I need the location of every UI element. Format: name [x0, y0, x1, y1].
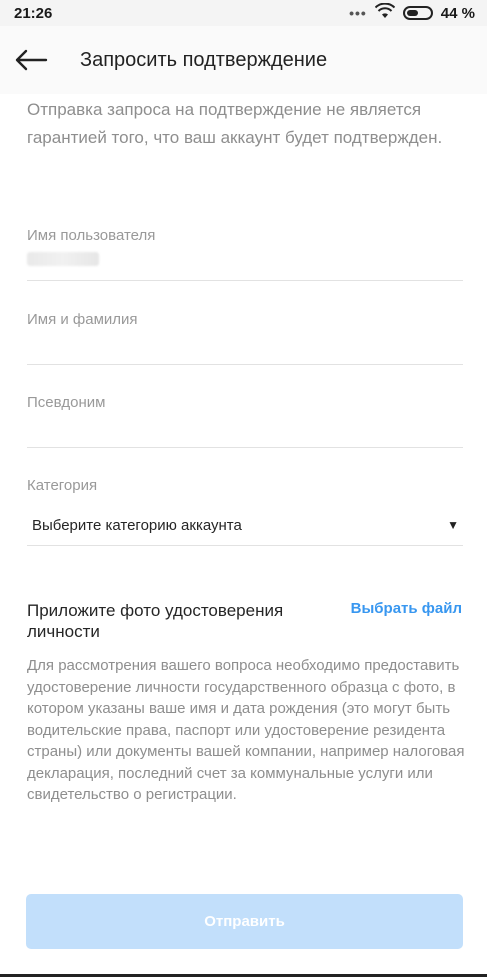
fullname-field: Имя и фамилия [27, 311, 463, 365]
caret-down-icon: ▼ [447, 518, 459, 532]
alias-field: Псевдоним [27, 394, 463, 448]
choose-file-link[interactable]: Выбрать файл [351, 600, 462, 617]
battery-percent: 44 % [440, 4, 475, 22]
category-select[interactable]: Выберите категорию аккаунта ▼ [27, 507, 463, 543]
wifi-icon [374, 2, 396, 23]
page-title: Запросить подтверждение [80, 48, 328, 71]
category-field: Категория Выберите категорию аккаунта ▼ [27, 477, 463, 546]
status-bar: 21:26 ••• 44 % [0, 0, 487, 26]
dots-icon: ••• [349, 5, 367, 21]
header: Запросить подтверждение [0, 26, 487, 94]
username-field[interactable]: Имя пользователя [27, 227, 463, 281]
attach-id-description: Для рассмотрения вашего вопроса необходи… [27, 657, 465, 803]
fullname-input[interactable] [27, 328, 463, 358]
arrow-left-icon [15, 49, 48, 71]
fullname-label: Имя и фамилия [27, 311, 138, 328]
intro-text: Отправка запроса на подтверждение не явл… [27, 100, 443, 147]
back-button[interactable] [0, 26, 62, 94]
attach-id-title: Приложите фото удостоверения личности [27, 601, 284, 641]
submit-button[interactable]: Отправить [26, 894, 463, 949]
screen: 21:26 ••• 44 % Запросить подтверждение О… [0, 0, 487, 977]
battery-icon [402, 6, 433, 20]
alias-label: Псевдоним [27, 394, 106, 411]
category-selected-value: Выберите категорию аккаунта [32, 516, 242, 534]
category-label: Категория [27, 477, 98, 494]
status-time: 21:26 [14, 4, 53, 22]
username-value-blurred [27, 252, 99, 266]
alias-input[interactable] [27, 411, 463, 441]
status-icons: ••• 44 % [349, 2, 475, 23]
username-label: Имя пользователя [27, 227, 156, 244]
